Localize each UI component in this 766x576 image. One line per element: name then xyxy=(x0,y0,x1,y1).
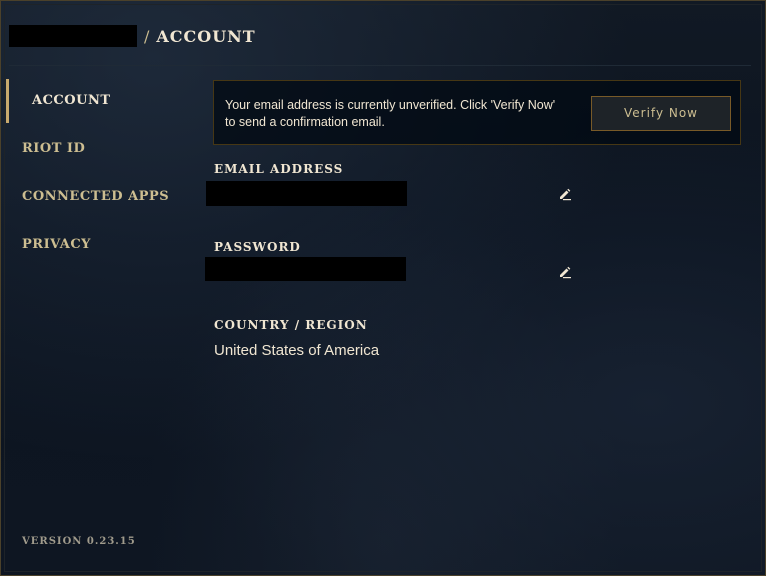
header-divider xyxy=(9,65,751,66)
notice-message: Your email address is currently unverifi… xyxy=(225,98,556,129)
verify-now-button[interactable]: Verify Now xyxy=(591,96,731,131)
country-label: COUNTRY / REGION xyxy=(214,318,368,332)
redacted-breadcrumb-parent xyxy=(9,25,137,47)
sidebar-item-account[interactable]: ACCOUNT xyxy=(6,79,196,127)
account-settings-window: / ACCOUNT ACCOUNT RIOT ID CONNECTED APPS… xyxy=(0,0,766,576)
password-label: PASSWORD xyxy=(214,240,301,254)
unverified-email-notice: Your email address is currently unverifi… xyxy=(213,80,741,145)
pencil-icon[interactable] xyxy=(558,265,572,279)
page-title: ACCOUNT xyxy=(156,26,256,46)
breadcrumb: / ACCOUNT xyxy=(9,23,256,49)
breadcrumb-separator: / xyxy=(144,26,150,46)
sidebar: ACCOUNT RIOT ID CONNECTED APPS PRIVACY xyxy=(6,79,196,271)
country-value: United States of America xyxy=(214,342,380,359)
version-label: VERSION 0.23.15 xyxy=(22,536,136,547)
pencil-icon[interactable] xyxy=(558,187,572,201)
sidebar-item-connected-apps[interactable]: CONNECTED APPS xyxy=(6,175,196,223)
email-label: EMAIL ADDRESS xyxy=(214,162,344,176)
password-value-redacted xyxy=(205,257,406,281)
sidebar-item-privacy[interactable]: PRIVACY xyxy=(6,223,196,271)
email-value-redacted xyxy=(206,181,407,206)
sidebar-item-riot-id[interactable]: RIOT ID xyxy=(6,127,196,175)
